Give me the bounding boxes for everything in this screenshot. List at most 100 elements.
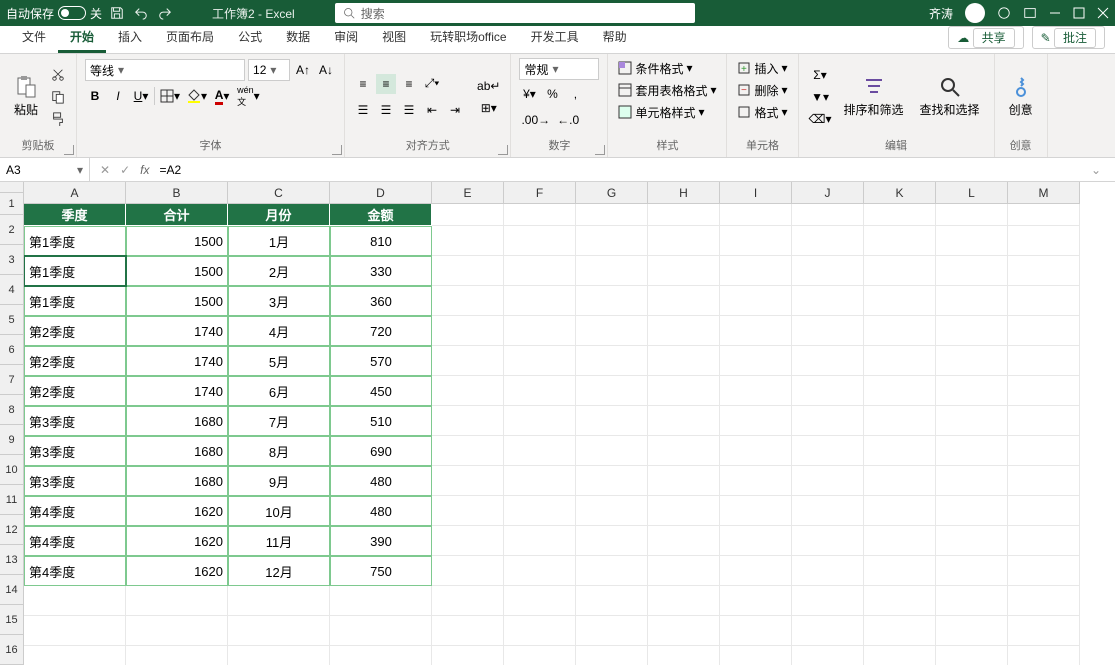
cell[interactable] [228,586,330,616]
cell[interactable] [432,346,504,376]
cell-total[interactable]: 1500 [126,286,228,316]
undo-icon[interactable] [134,6,148,20]
find-select-button[interactable]: 查找和选择 [914,75,986,118]
orientation-icon[interactable]: ⤢▾ [422,74,442,94]
column-header[interactable]: L [936,182,1008,204]
cell[interactable] [792,226,864,256]
ideas-button[interactable]: 创意 [1003,75,1039,118]
cell[interactable] [792,466,864,496]
cell[interactable] [504,406,576,436]
cell[interactable] [864,466,936,496]
cell[interactable] [576,496,648,526]
tab-插入[interactable]: 插入 [106,23,154,53]
sort-filter-button[interactable]: 排序和筛选 [838,75,910,118]
close-icon[interactable] [1097,7,1109,19]
cell[interactable] [648,204,720,226]
cell[interactable] [936,496,1008,526]
cell[interactable] [792,286,864,316]
cell[interactable] [504,556,576,586]
cell[interactable] [648,496,720,526]
fill-icon[interactable]: ▼▾ [807,87,834,107]
decrease-decimal-icon[interactable]: ←.0 [555,110,581,130]
cell[interactable] [648,286,720,316]
row-header[interactable]: 16 [0,635,24,665]
row-header[interactable]: 1 [0,193,24,215]
cell[interactable] [1008,286,1080,316]
table-header-cell[interactable]: 季度 [24,204,126,226]
cell-month[interactable]: 9月 [228,466,330,496]
cell-quarter[interactable]: 第1季度 [24,286,126,316]
ribbon-display-icon[interactable] [1023,6,1037,20]
cell[interactable] [936,436,1008,466]
cell[interactable] [720,204,792,226]
cell[interactable] [1008,586,1080,616]
cell-month[interactable]: 2月 [228,256,330,286]
insert-cells-button[interactable]: +插入▾ [735,58,789,78]
cell[interactable] [864,316,936,346]
row-header[interactable]: 12 [0,515,24,545]
cell-quarter[interactable]: 第1季度 [24,226,126,256]
cell[interactable] [648,316,720,346]
cell-amount[interactable]: 330 [330,256,432,286]
cell[interactable] [720,556,792,586]
wrap-text-button[interactable]: ab↵ [475,76,502,96]
cell-amount[interactable]: 390 [330,526,432,556]
cell-total[interactable]: 1620 [126,496,228,526]
cell[interactable] [720,376,792,406]
cell[interactable] [1008,526,1080,556]
cell-amount[interactable]: 810 [330,226,432,256]
cell-month[interactable]: 10月 [228,496,330,526]
row-header[interactable]: 15 [0,605,24,635]
cell-month[interactable]: 6月 [228,376,330,406]
cell[interactable] [432,556,504,586]
cell[interactable] [936,316,1008,346]
column-header[interactable]: I [720,182,792,204]
cell[interactable] [576,286,648,316]
cell-month[interactable]: 8月 [228,436,330,466]
merge-button[interactable]: ⊞▾ [475,98,502,118]
share-button[interactable]: ☁ 共享 [948,26,1023,49]
cell-styles-button[interactable]: 单元格样式▾ [616,102,706,122]
cancel-formula-icon[interactable]: ✕ [100,163,110,177]
cell-amount[interactable]: 480 [330,466,432,496]
cell-quarter[interactable]: 第1季度 [24,256,126,286]
row-header[interactable]: 13 [0,545,24,575]
search-box[interactable]: 搜索 [335,3,695,23]
dialog-launcher-icon[interactable] [64,145,74,155]
cell[interactable] [126,616,228,646]
cell-amount[interactable]: 450 [330,376,432,406]
cell[interactable] [864,496,936,526]
name-box[interactable]: A3▾ [0,158,90,181]
cell[interactable] [936,646,1008,665]
column-header[interactable]: A [24,182,126,204]
tab-文件[interactable]: 文件 [10,23,58,53]
cell[interactable] [432,226,504,256]
cell[interactable] [576,226,648,256]
cell[interactable] [792,616,864,646]
cell-month[interactable]: 11月 [228,526,330,556]
upcoming-icon[interactable] [997,6,1011,20]
table-header-cell[interactable]: 合计 [126,204,228,226]
cell[interactable] [792,556,864,586]
cell[interactable] [792,496,864,526]
cell[interactable] [576,204,648,226]
cell[interactable] [720,226,792,256]
cell[interactable] [576,346,648,376]
cell[interactable] [720,436,792,466]
cell[interactable] [792,376,864,406]
cell[interactable] [864,256,936,286]
tab-数据[interactable]: 数据 [274,23,322,53]
align-bottom-icon[interactable]: ≡ [399,74,419,94]
tab-开发工具[interactable]: 开发工具 [519,23,591,53]
percent-icon[interactable]: % [542,84,562,104]
select-all-corner[interactable] [0,182,24,193]
borders-button[interactable]: ▾ [158,86,182,106]
cell[interactable] [576,376,648,406]
cell[interactable] [504,226,576,256]
align-center-icon[interactable]: ☰ [376,100,396,120]
cell-amount[interactable]: 510 [330,406,432,436]
cell-quarter[interactable]: 第4季度 [24,496,126,526]
cell[interactable] [648,226,720,256]
cell[interactable] [720,586,792,616]
cell-month[interactable]: 7月 [228,406,330,436]
